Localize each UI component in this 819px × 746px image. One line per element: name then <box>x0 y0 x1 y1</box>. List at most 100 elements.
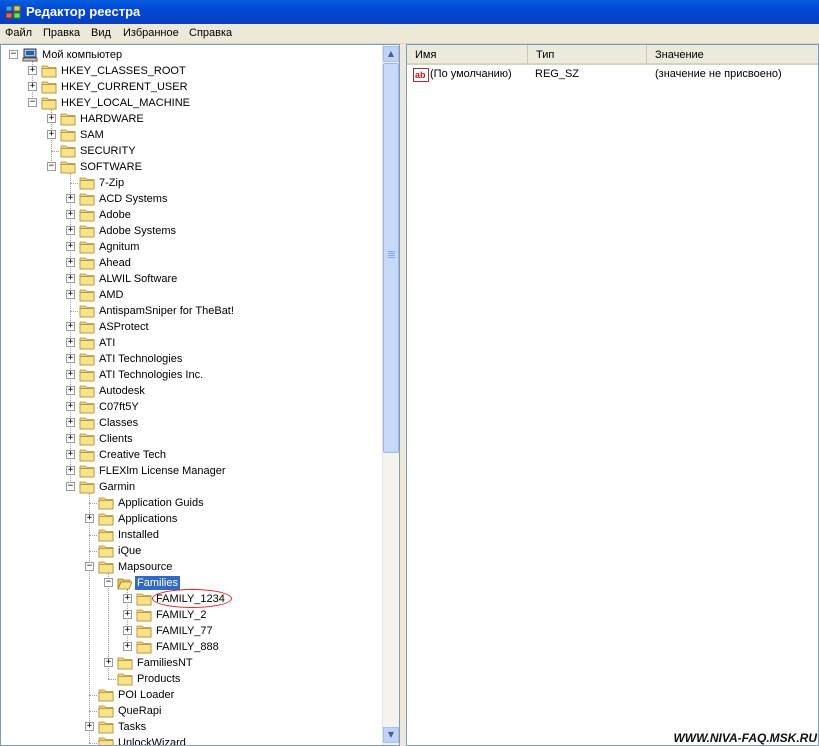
tree-item[interactable]: SECURITY <box>1 143 381 159</box>
tree-item[interactable]: − HKEY_LOCAL_MACHINE <box>1 95 381 111</box>
collapse-icon[interactable]: − <box>85 562 94 571</box>
expand-icon[interactable]: + <box>123 610 132 619</box>
expand-icon[interactable]: + <box>47 114 56 123</box>
menu-favorites[interactable]: Избранное <box>123 27 179 39</box>
tree-item[interactable]: + Ahead <box>1 255 381 271</box>
tree-item[interactable]: + AMD <box>1 287 381 303</box>
tree-item[interactable]: + Tasks <box>1 719 381 735</box>
expand-icon[interactable]: + <box>66 354 75 363</box>
tree-item[interactable]: + Creative Tech <box>1 447 381 463</box>
tree-item[interactable]: + Classes <box>1 415 381 431</box>
tree-item[interactable]: + ASProtect <box>1 319 381 335</box>
folder-icon <box>79 432 95 446</box>
folder-icon <box>98 528 114 542</box>
tree-item[interactable]: 7-Zip <box>1 175 381 191</box>
tree-item[interactable]: + Autodesk <box>1 383 381 399</box>
expand-icon[interactable]: + <box>66 258 75 267</box>
menu-edit[interactable]: Правка <box>43 27 80 39</box>
tree-item[interactable]: iQue <box>1 543 381 559</box>
tree-item[interactable]: + Agnitum <box>1 239 381 255</box>
collapse-icon[interactable]: − <box>47 162 56 171</box>
expand-icon[interactable]: + <box>47 130 56 139</box>
string-value-icon: ab <box>413 68 429 82</box>
tree-item-label: Application Guids <box>118 497 204 509</box>
tree-item[interactable]: + FAMILY_888 <box>1 639 381 655</box>
expand-icon[interactable]: + <box>66 322 75 331</box>
expand-icon[interactable]: + <box>123 626 132 635</box>
folder-icon <box>60 160 76 174</box>
tree-item[interactable]: AntispamSniper for TheBat! <box>1 303 381 319</box>
tree-item[interactable]: + ATI Technologies Inc. <box>1 367 381 383</box>
folder-icon <box>79 464 95 478</box>
expand-icon[interactable]: + <box>66 418 75 427</box>
expand-icon[interactable]: + <box>66 242 75 251</box>
column-header-value[interactable]: Значение <box>647 45 818 65</box>
tree-item[interactable]: Application Guids <box>1 495 381 511</box>
tree-item[interactable]: + FamiliesNT <box>1 655 381 671</box>
folder-icon <box>98 720 114 734</box>
tree-item[interactable]: + HKEY_CLASSES_ROOT <box>1 63 381 79</box>
collapse-icon[interactable]: − <box>66 482 75 491</box>
expand-icon[interactable]: + <box>85 514 94 523</box>
scroll-thumb[interactable] <box>383 63 399 453</box>
collapse-icon[interactable]: − <box>104 578 113 587</box>
collapse-icon[interactable]: − <box>9 50 18 59</box>
tree-item[interactable]: − Mapsource <box>1 559 381 575</box>
tree-item[interactable]: QueRapi <box>1 703 381 719</box>
column-header-type[interactable]: Тип <box>528 45 647 65</box>
menu-file[interactable]: Файл <box>5 27 32 39</box>
tree-item-label: FamiliesNT <box>137 657 193 669</box>
tree-item[interactable]: + ACD Systems <box>1 191 381 207</box>
tree-item[interactable]: + C07ft5Y <box>1 399 381 415</box>
expand-icon[interactable]: + <box>66 274 75 283</box>
expand-icon[interactable]: + <box>104 658 113 667</box>
tree-item[interactable]: − Мой компьютер <box>1 47 381 63</box>
tree-scrollbar[interactable]: ▲ ▼ <box>382 45 399 745</box>
expand-icon[interactable]: + <box>66 290 75 299</box>
tree-item[interactable]: Products <box>1 671 381 687</box>
tree-item[interactable]: + FAMILY_77 <box>1 623 381 639</box>
expand-icon[interactable]: + <box>66 370 75 379</box>
expand-icon[interactable]: + <box>66 194 75 203</box>
expand-icon[interactable]: + <box>66 210 75 219</box>
tree-item[interactable]: − Garmin <box>1 479 381 495</box>
tree-item[interactable]: Installed <box>1 527 381 543</box>
expand-icon[interactable]: + <box>85 722 94 731</box>
tree-item[interactable]: + Applications <box>1 511 381 527</box>
menu-help[interactable]: Справка <box>189 27 232 39</box>
values-list[interactable]: Имя Тип Значение ab (По умолчанию) REG_S… <box>406 44 819 746</box>
tree-item[interactable]: + HKEY_CURRENT_USER <box>1 79 381 95</box>
tree-item[interactable]: + ATI Technologies <box>1 351 381 367</box>
tree-item[interactable]: + FAMILY_2 <box>1 607 381 623</box>
tree-item[interactable]: + SAM <box>1 127 381 143</box>
tree-item[interactable]: POI Loader <box>1 687 381 703</box>
expand-icon[interactable]: + <box>123 594 132 603</box>
expand-icon[interactable]: + <box>28 82 37 91</box>
tree-item[interactable]: + Adobe <box>1 207 381 223</box>
tree-item[interactable]: + Adobe Systems <box>1 223 381 239</box>
expand-icon[interactable]: + <box>66 434 75 443</box>
title-bar[interactable]: Редактор реестра <box>0 0 819 24</box>
scroll-down-button[interactable]: ▼ <box>383 727 399 743</box>
scroll-up-button[interactable]: ▲ <box>383 46 399 62</box>
tree-item[interactable]: + Clients <box>1 431 381 447</box>
expand-icon[interactable]: + <box>66 386 75 395</box>
tree-item[interactable]: + FLEXlm License Manager <box>1 463 381 479</box>
expand-icon[interactable]: + <box>66 338 75 347</box>
expand-icon[interactable]: + <box>66 402 75 411</box>
tree-item[interactable]: + ATI <box>1 335 381 351</box>
collapse-icon[interactable]: − <box>28 98 37 107</box>
expand-icon[interactable]: + <box>66 226 75 235</box>
registry-tree[interactable]: − Мой компьютер + HKEY_CLASSES_ROOT + HKEY_CU… <box>0 44 400 746</box>
expand-icon[interactable]: + <box>28 66 37 75</box>
menu-view[interactable]: Вид <box>91 27 111 39</box>
expand-icon[interactable]: + <box>66 466 75 475</box>
tree-item[interactable]: + ALWIL Software <box>1 271 381 287</box>
expand-icon[interactable]: + <box>66 450 75 459</box>
expand-icon[interactable]: + <box>123 642 132 651</box>
tree-item[interactable]: − SOFTWARE <box>1 159 381 175</box>
tree-item-label: ASProtect <box>99 321 149 333</box>
tree-item[interactable]: UnlockWizard <box>1 735 381 745</box>
tree-item[interactable]: + HARDWARE <box>1 111 381 127</box>
column-header-name[interactable]: Имя <box>407 45 528 65</box>
